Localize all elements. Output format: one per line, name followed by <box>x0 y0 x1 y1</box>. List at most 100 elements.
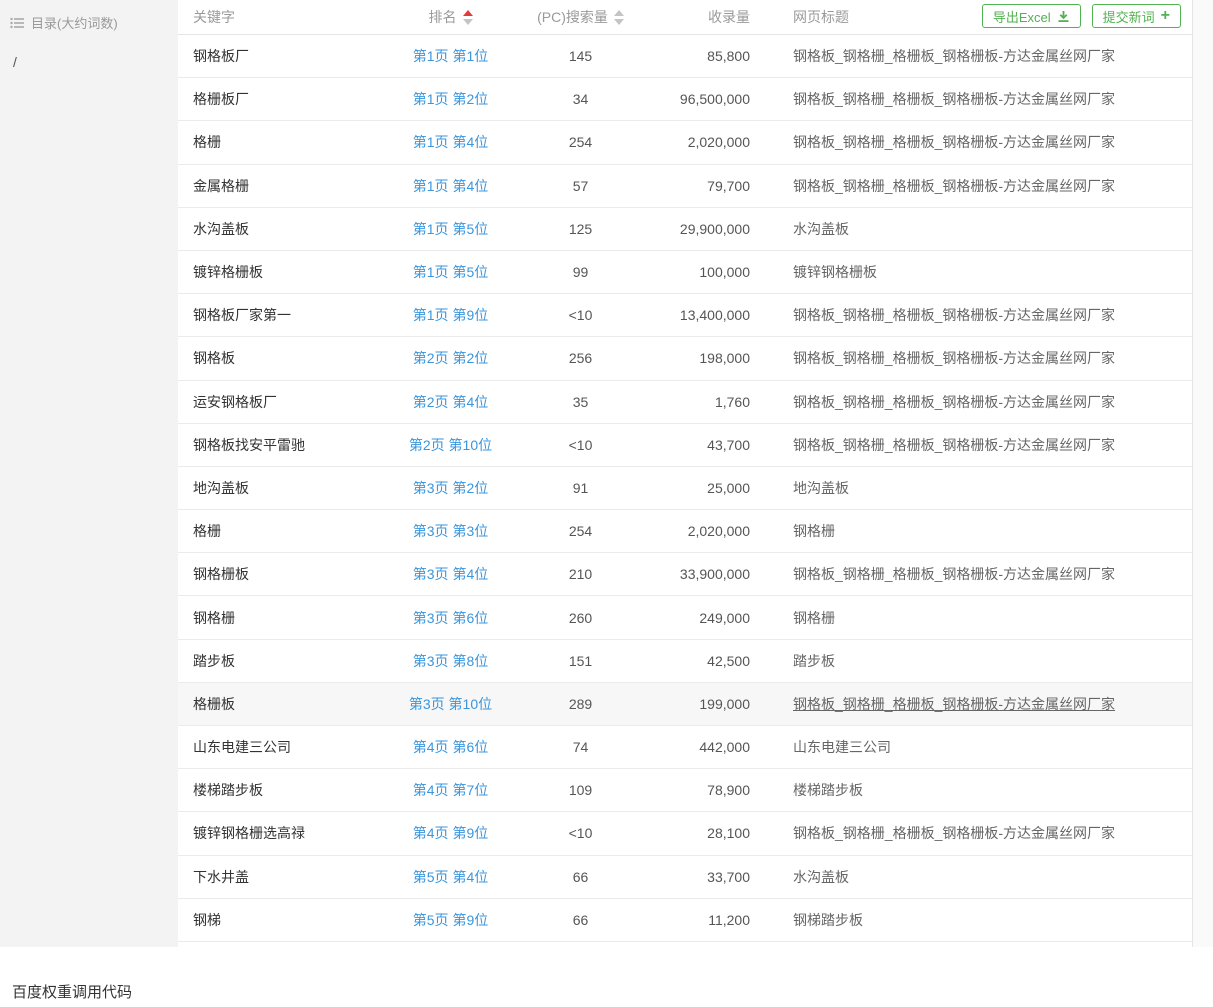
page-title-cell: 镀锌钢格栅板 <box>793 262 1192 282</box>
table-row: 运安钢格板厂 第2页 第4位 35 1,760 钢格板_钢格栅_格栅板_钢格栅板… <box>178 381 1192 424</box>
keyword-cell: 钢格栅板 <box>178 564 393 584</box>
sidebar-header: 目录(大约词数) <box>0 9 178 36</box>
rank-link[interactable]: 第4页 第7位 <box>413 782 488 798</box>
rank-cell: 第3页 第2位 <box>393 478 508 498</box>
search-volume-cell: 125 <box>508 221 653 237</box>
search-volume-cell: 289 <box>508 696 653 712</box>
rank-link[interactable]: 第1页 第2位 <box>413 91 488 107</box>
page-title-cell: 钢格栅 <box>793 608 1192 628</box>
index-count-cell: 199,000 <box>653 696 793 712</box>
rank-link[interactable]: 第1页 第5位 <box>413 221 488 237</box>
page-title-cell: 楼梯踏步板 <box>793 780 1192 800</box>
keyword-cell: 钢格板厂家第一 <box>178 305 393 325</box>
table-row: 山东电建三公司 第4页 第6位 74 442,000 山东电建三公司 <box>178 726 1192 769</box>
keyword-cell: 格栅 <box>178 132 393 152</box>
rank-link[interactable]: 第3页 第10位 <box>409 696 492 712</box>
rank-link[interactable]: 第3页 第6位 <box>413 610 488 626</box>
table-row: 钢格板厂家第一 第1页 第9位 <10 13,400,000 钢格板_钢格栅_格… <box>178 294 1192 337</box>
rank-link[interactable]: 第5页 第4位 <box>413 869 488 885</box>
sidebar-title: 目录(大约词数) <box>31 13 118 32</box>
keyword-cell: 水沟盖板 <box>178 219 393 239</box>
column-header-rank[interactable]: 排名 <box>393 7 508 27</box>
submit-new-word-button[interactable]: 提交新词 + <box>1092 4 1181 28</box>
table-row: 金属格栅 第1页 第4位 57 79,700 钢格板_钢格栅_格栅板_钢格栅板-… <box>178 165 1192 208</box>
rank-link[interactable]: 第3页 第2位 <box>413 480 488 496</box>
search-volume-cell: 145 <box>508 48 653 64</box>
index-count-cell: 78,900 <box>653 782 793 798</box>
keyword-cell: 楼梯踏步板 <box>178 780 393 800</box>
page-title-cell: 钢格板_钢格栅_格栅板_钢格栅板-方达金属丝网厂家 <box>793 89 1192 109</box>
rank-link[interactable]: 第1页 第1位 <box>413 48 488 64</box>
search-volume-cell: 35 <box>508 394 653 410</box>
rank-link[interactable]: 第4页 第6位 <box>413 739 488 755</box>
search-volume-cell: 66 <box>508 912 653 928</box>
index-count-cell: 198,000 <box>653 350 793 366</box>
table-row: 格栅 第1页 第4位 254 2,020,000 钢格板_钢格栅_格栅板_钢格栅… <box>178 121 1192 164</box>
header-buttons: 导出Excel 提交新词 + <box>982 4 1192 28</box>
rank-link[interactable]: 第2页 第4位 <box>413 394 488 410</box>
page-title-cell: 水沟盖板 <box>793 867 1192 887</box>
rank-link[interactable]: 第5页 第9位 <box>413 912 488 928</box>
column-header-page-title: 网页标题 <box>793 7 982 27</box>
keyword-cell: 下水井盖 <box>178 867 393 887</box>
index-count-cell: 33,900,000 <box>653 566 793 582</box>
rank-cell: 第3页 第8位 <box>393 651 508 671</box>
table-row: 地沟盖板 第3页 第2位 91 25,000 地沟盖板 <box>178 467 1192 510</box>
rank-link[interactable]: 第1页 第4位 <box>413 178 488 194</box>
list-icon <box>10 17 24 29</box>
rank-cell: 第2页 第4位 <box>393 392 508 412</box>
rank-cell: 第1页 第2位 <box>393 89 508 109</box>
rank-cell: 第4页 第7位 <box>393 780 508 800</box>
sidebar: 目录(大约词数) / <box>0 0 178 947</box>
table-row: 水沟盖板 第1页 第5位 125 29,900,000 水沟盖板 <box>178 208 1192 251</box>
index-count-cell: 11,200 <box>653 912 793 928</box>
rank-sort-icon[interactable] <box>463 10 473 25</box>
table-row: 钢格栅 第3页 第6位 260 249,000 钢格栅 <box>178 596 1192 639</box>
column-header-search-volume[interactable]: (PC)搜索量 <box>508 7 653 27</box>
sidebar-item-root[interactable]: / <box>0 36 178 76</box>
rank-cell: 第3页 第6位 <box>393 608 508 628</box>
page-title-cell: 钢格栅 <box>793 521 1192 541</box>
keyword-cell: 钢格栅 <box>178 608 393 628</box>
page-title-cell: 钢格板_钢格栅_格栅板_钢格栅板-方达金属丝网厂家 <box>793 132 1192 152</box>
app: 目录(大约词数) / 关键字 排名 (PC)搜索量 <box>0 0 1213 947</box>
rank-cell: 第4页 第9位 <box>393 823 508 843</box>
search-volume-cell: 99 <box>508 264 653 280</box>
export-excel-button[interactable]: 导出Excel <box>982 4 1081 28</box>
rank-link[interactable]: 第4页 第9位 <box>413 825 488 841</box>
keyword-cell: 钢梯 <box>178 910 393 930</box>
keyword-cell: 山东电建三公司 <box>178 737 393 757</box>
search-volume-sort-icon[interactable] <box>614 10 624 25</box>
rank-link[interactable]: 第2页 第10位 <box>409 437 492 453</box>
keyword-cell: 格栅板 <box>178 694 393 714</box>
search-volume-cell: <10 <box>508 437 653 453</box>
page-title-cell: 水沟盖板 <box>793 219 1192 239</box>
keyword-cell: 格栅板厂 <box>178 89 393 109</box>
rank-link[interactable]: 第1页 第5位 <box>413 264 488 280</box>
page-title-cell: 钢格板_钢格栅_格栅板_钢格栅板-方达金属丝网厂家 <box>793 694 1192 714</box>
table-row: 钢梯 第5页 第9位 66 11,200 钢梯踏步板 <box>178 899 1192 942</box>
rank-cell: 第1页 第5位 <box>393 219 508 239</box>
table-row: 钢格栅板 第3页 第4位 210 33,900,000 钢格板_钢格栅_格栅板_… <box>178 553 1192 596</box>
rank-cell: 第1页 第9位 <box>393 305 508 325</box>
page-title-cell: 钢格板_钢格栅_格栅板_钢格栅板-方达金属丝网厂家 <box>793 46 1192 66</box>
page-title-cell: 钢格板_钢格栅_格栅板_钢格栅板-方达金属丝网厂家 <box>793 564 1192 584</box>
rank-link[interactable]: 第3页 第4位 <box>413 566 488 582</box>
rank-link[interactable]: 第1页 第9位 <box>413 307 488 323</box>
index-count-cell: 25,000 <box>653 480 793 496</box>
index-count-cell: 100,000 <box>653 264 793 280</box>
search-volume-cell: 66 <box>508 869 653 885</box>
index-count-cell: 79,700 <box>653 178 793 194</box>
page-title-cell: 地沟盖板 <box>793 478 1192 498</box>
rank-link[interactable]: 第2页 第2位 <box>413 350 488 366</box>
rank-link[interactable]: 第3页 第3位 <box>413 523 488 539</box>
rank-link[interactable]: 第3页 第8位 <box>413 653 488 669</box>
search-volume-cell: 34 <box>508 91 653 107</box>
column-header-index-count: 收录量 <box>653 7 793 27</box>
page-title-cell: 钢格板_钢格栅_格栅板_钢格栅板-方达金属丝网厂家 <box>793 348 1192 368</box>
table-header-row: 关键字 排名 (PC)搜索量 收录量 网页标题 <box>178 0 1192 35</box>
table-row: 格栅板 第3页 第10位 289 199,000 钢格板_钢格栅_格栅板_钢格栅… <box>178 683 1192 726</box>
index-count-cell: 2,020,000 <box>653 523 793 539</box>
plus-icon: + <box>1161 8 1170 24</box>
rank-link[interactable]: 第1页 第4位 <box>413 134 488 150</box>
